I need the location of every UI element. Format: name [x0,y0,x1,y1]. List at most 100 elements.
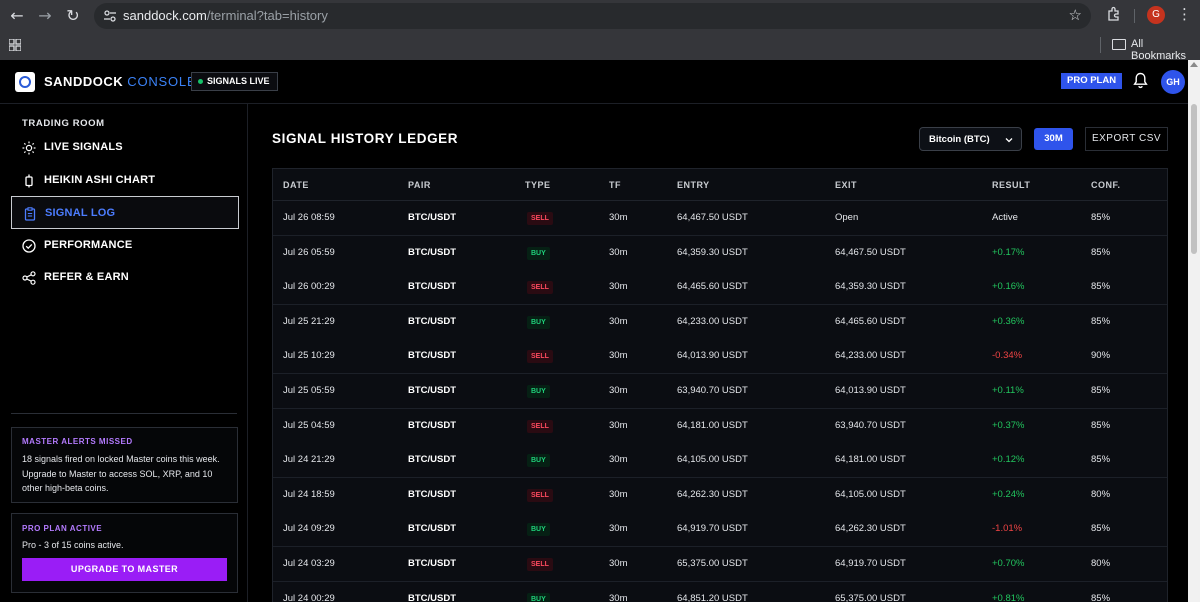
column-header-entry: ENTRY [677,180,710,190]
address-bar[interactable]: sanddock.com/terminal?tab=history ☆ [94,3,1091,29]
column-header-result: RESULT [992,180,1031,190]
cell-pair: BTC/USDT [408,419,457,431]
buy-badge: BUY [527,246,550,260]
buy-badge: BUY [527,523,550,537]
cell-timeframe: 30m [609,385,628,396]
cell-entry: 64,919.70 USDT [677,523,748,535]
cell-exit: 65,375.00 USDT [835,592,906,602]
folder-icon[interactable] [1112,39,1126,50]
table-row[interactable]: Jul 25 10:29 BTC/USDT 30m 64,013.90 USDT 64,… [273,339,1167,375]
cell-date: Jul 25 21:29 [283,315,335,327]
scroll-up-arrow-icon[interactable] [1190,62,1198,67]
cell-timeframe: 30m [609,419,628,431]
sanddock-logo[interactable] [15,72,35,92]
forward-icon[interactable]: → [34,5,56,27]
cell-entry: 64,105.00 USDT [677,454,748,466]
browser-menu-icon[interactable]: ⋮ [1177,5,1192,23]
table-row[interactable]: Jul 25 04:59 BTC/USDT 30m 64,181.00 USDT 63,… [273,408,1167,444]
cell-entry: 64,262.30 USDT [677,488,748,500]
table-row[interactable]: Jul 24 03:29 BTC/USDT 30m 65,375.00 USDT 64,… [273,547,1167,582]
table-row[interactable]: Jul 24 09:29 BTC/USDT 30m 64,919.70 USDT 64,… [273,512,1167,548]
cell-confidence: 85% [1091,592,1111,602]
bookmark-star-icon[interactable]: ☆ [1069,6,1082,24]
cell-confidence: 85% [1091,281,1111,293]
cell-result: -0.34% [992,350,1023,362]
cell-exit: 64,233.00 USDT [835,350,906,362]
sidebar-item-refer-earn[interactable]: REFER & EARN [11,261,239,294]
cell-exit: 64,262.30 USDT [835,523,906,535]
timeframe-button[interactable]: 30M [1034,128,1073,150]
table-row[interactable]: Jul 24 21:29 BTC/USDT 30m 64,105.00 USDT 64,… [273,443,1167,479]
cell-exit: 64,181.00 USDT [835,454,906,466]
back-icon[interactable]: ← [6,5,28,27]
sell-badge: SELL [527,558,553,571]
cell-exit: 64,919.70 USDT [835,558,906,569]
page-title: SIGNAL HISTORY LEDGER [272,131,459,146]
cell-confidence: 90% [1091,350,1111,362]
signal-history-table: DATE PAIR TYPE TF ENTRY EXIT RESULT CONF… [272,168,1168,602]
table-row[interactable]: Jul 24 00:29 BTC/USDT 30m 64,851.20 USDT 65,… [273,581,1167,602]
cell-confidence: 85% [1091,246,1111,258]
sidebar-item-signal-log[interactable]: SIGNAL LOG [11,196,239,229]
cell-date: Jul 25 05:59 [283,385,335,396]
profile-avatar[interactable]: G [1147,6,1165,24]
column-header-conf: CONF. [1091,180,1121,190]
cell-date: Jul 24 03:29 [283,558,335,569]
column-header-tf: TF [609,180,621,190]
bell-icon[interactable] [1133,72,1148,89]
sidebar-item-label: REFER & EARN [44,271,129,283]
share-icon [22,271,36,285]
cell-entry: 64,181.00 USDT [677,419,748,431]
sidebar-item-live-signals[interactable]: LIVE SIGNALS [11,131,239,164]
pro-plan-card: PRO PLAN ACTIVE Pro - 3 of 15 coins acti… [11,513,238,593]
user-avatar[interactable]: GH [1161,70,1185,94]
all-bookmarks-link[interactable]: All Bookmarks [1131,38,1200,62]
sell-badge: SELL [527,419,553,433]
cell-result: +0.12% [992,454,1025,466]
sidebar-item-performance[interactable]: PERFORMANCE [11,229,239,262]
reload-icon[interactable]: ↻ [62,5,84,27]
extensions-icon[interactable] [1106,6,1122,22]
sell-badge: SELL [527,281,553,295]
brand-name[interactable]: SANDDOCK CONSOLE [44,74,196,89]
upgrade-to-master-button[interactable]: UPGRADE TO MASTER [22,558,227,581]
table-row[interactable]: Jul 24 18:59 BTC/USDT 30m 64,262.30 USDT 64,… [273,477,1167,513]
cell-confidence: 85% [1091,419,1111,431]
master-alerts-text: 18 signals fired on locked Master coins … [22,454,220,493]
master-alerts-title: MASTER ALERTS MISSED [22,437,133,446]
coin-select[interactable]: Bitcoin (BTC) [919,127,1022,151]
signals-live-badge: SIGNALS LIVE [191,72,278,91]
cell-entry: 64,233.00 USDT [677,315,748,327]
bookmarks-separator [1100,37,1101,53]
cell-timeframe: 30m [609,281,628,293]
table-row[interactable]: Jul 25 21:29 BTC/USDT 30m 64,233.00 USDT 64,… [273,304,1167,340]
master-alerts-card: MASTER ALERTS MISSED 18 signals fired on… [11,427,238,503]
sell-badge: SELL [527,212,553,225]
cell-entry: 65,375.00 USDT [677,558,748,569]
cell-pair: BTC/USDT [408,523,457,535]
cell-timeframe: 30m [609,454,628,466]
cell-confidence: 85% [1091,385,1111,396]
apps-grid-icon[interactable] [9,39,21,51]
export-csv-button[interactable]: EXPORT CSV [1085,127,1168,151]
cell-confidence: 85% [1091,454,1111,466]
cell-pair: BTC/USDT [408,454,457,466]
sun-icon [22,141,36,155]
site-settings-icon[interactable] [103,9,117,23]
table-row[interactable]: Jul 26 05:59 BTC/USDT 30m 64,359.30 USDT 64,… [273,235,1167,271]
clipboard-icon [24,207,36,221]
pro-plan-text: Pro - 3 of 15 coins active. [22,540,124,550]
coin-select-value: Bitcoin (BTC) [929,134,990,145]
cell-timeframe: 30m [609,592,628,602]
cell-pair: BTC/USDT [408,246,457,258]
pro-plan-badge[interactable]: PRO PLAN [1061,73,1123,89]
table-row[interactable]: Jul 25 05:59 BTC/USDT 30m 63,940.70 USDT 64,… [273,374,1167,409]
sidebar-item-label: HEIKIN ASHI CHART [44,174,156,186]
table-row[interactable]: Jul 26 00:29 BTC/USDT 30m 64,465.60 USDT 64,… [273,270,1167,306]
cell-pair: BTC/USDT [408,592,457,602]
sidebar-item-heikin-ashi-chart[interactable]: HEIKIN ASHI CHART [11,164,239,197]
column-header-date: DATE [283,180,309,190]
scrollbar-thumb[interactable] [1191,104,1197,254]
table-row[interactable]: Jul 26 08:59 BTC/USDT 30m 64,467.50 USDT Ope… [273,201,1167,236]
cell-confidence: 80% [1091,488,1111,500]
